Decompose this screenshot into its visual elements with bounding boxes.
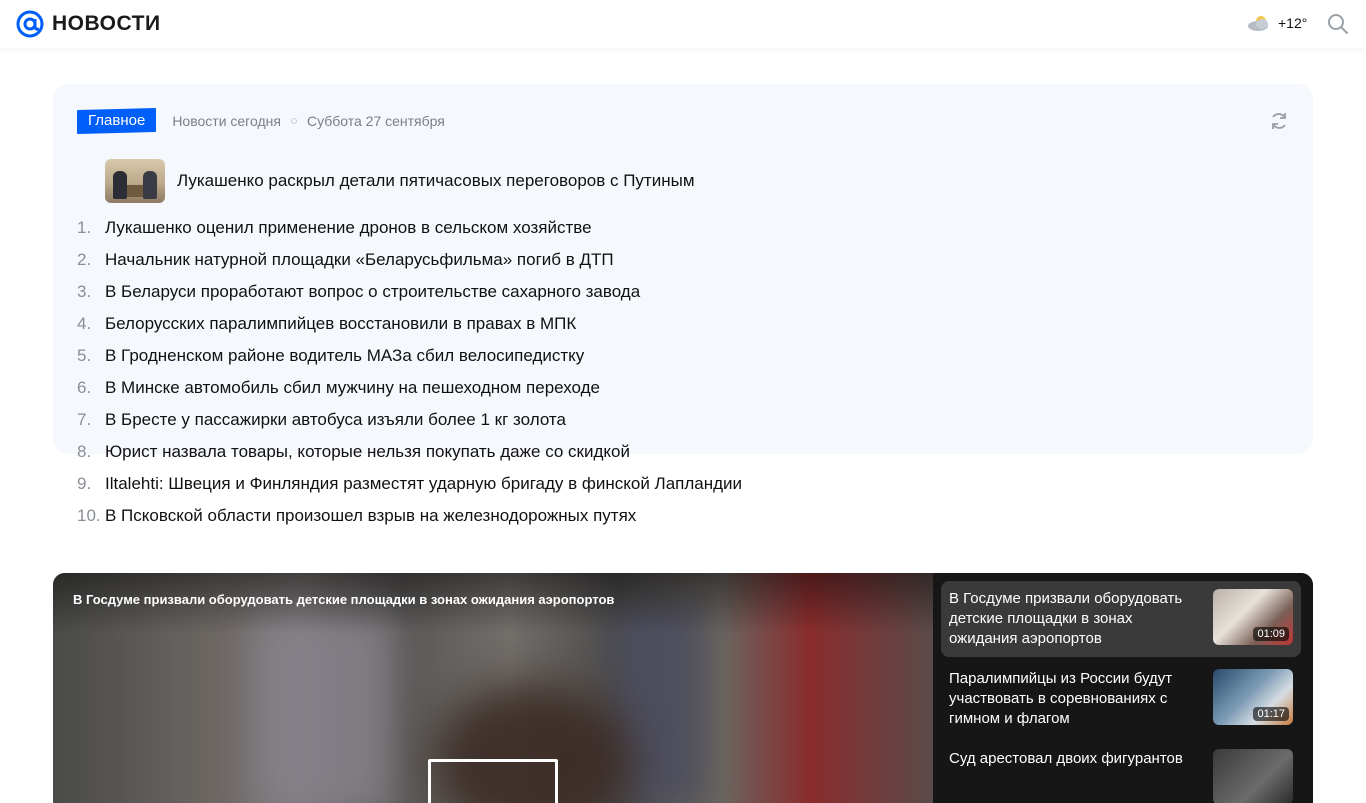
news-item-title: Лукашенко оценил применение дронов в сел… <box>105 218 592 237</box>
news-item-title: Начальник натурной площадки «Беларусьфил… <box>105 250 614 269</box>
news-item[interactable]: 8. Юрист назвала товары, которые нельзя п… <box>77 436 742 468</box>
playlist-item-title: Суд арестовал двоих фигурантов <box>949 750 1183 767</box>
news-item-title: В Беларуси проработают вопрос о строител… <box>105 282 641 301</box>
news-item-number: 9. <box>77 474 92 493</box>
playlist-item-active[interactable]: В Госдуме призвали оборудовать детские п… <box>941 581 1301 657</box>
at-sign-icon <box>16 10 44 38</box>
news-item[interactable]: 2. Начальник натурной площадки «Беларусьф… <box>77 244 742 276</box>
news-date: Суббота 27 сентября <box>306 113 445 129</box>
lead-news-item[interactable]: Лукашенко раскрыл детали пятичасовых пер… <box>105 159 695 203</box>
refresh-button[interactable] <box>1269 111 1289 131</box>
news-item[interactable]: 10. В Псковской области произошел взрыв н… <box>77 500 742 532</box>
news-item-number: 4. <box>77 314 92 333</box>
playlist-item-thumbnail: 01:17 <box>1213 669 1293 725</box>
news-item[interactable]: 5. В Гродненском районе водитель МАЗа сби… <box>77 340 742 372</box>
playlist-item-duration: 01:09 <box>1253 627 1289 641</box>
news-item[interactable]: 3. В Беларуси проработают вопрос о строит… <box>77 276 742 308</box>
top-header: НОВОСТИ +12° <box>0 0 1366 48</box>
logo[interactable]: НОВОСТИ <box>16 10 161 38</box>
playlist-item-thumbnail: 01:09 <box>1213 589 1293 645</box>
weather-temperature: +12° <box>1278 15 1308 31</box>
playlist-item-title: Паралимпийцы из России будут участвовать… <box>949 670 1173 727</box>
search-button[interactable] <box>1326 12 1350 36</box>
video-playlist: В Госдуме призвали оборудовать детские п… <box>933 573 1313 803</box>
search-icon <box>1328 14 1348 34</box>
top-news-card: Главное Новости сегодня Суббота 27 сентя… <box>53 84 1313 525</box>
news-today-link[interactable]: Новости сегодня <box>172 113 281 129</box>
main-badge[interactable]: Главное <box>77 107 157 135</box>
main-badge-label: Главное <box>88 112 146 129</box>
news-item-number: 3. <box>77 282 92 301</box>
video-player[interactable]: В Госдуме призвали оборудовать детские п… <box>53 573 933 803</box>
playlist-item-duration: 01:17 <box>1253 707 1289 721</box>
news-item[interactable]: 6. В Минске автомобиль сбил мужчину на пе… <box>77 372 742 404</box>
news-card-header: Главное Новости сегодня Суббота 27 сентя… <box>77 107 445 135</box>
news-item-title: В Псковской области произошел взрыв на ж… <box>105 506 637 525</box>
news-item-title: Белорусских паралимпийцев восстановили в… <box>105 314 577 333</box>
cloudy-weather-icon <box>1248 16 1268 31</box>
playlist-item[interactable]: Суд арестовал двоих фигурантов <box>941 741 1301 803</box>
news-item-number: 8. <box>77 442 92 461</box>
refresh-icon <box>1272 113 1286 129</box>
news-item-number: 7. <box>77 410 92 429</box>
video-player-title: В Госдуме призвали оборудовать детские п… <box>73 592 615 607</box>
news-list: 1. Лукашенко оценил применение дронов в с… <box>77 212 742 532</box>
lead-news-title: Лукашенко раскрыл детали пятичасовых пер… <box>177 171 695 190</box>
separator-dot <box>290 118 297 124</box>
logo-text: НОВОСТИ <box>52 12 161 35</box>
news-item-number: 6. <box>77 378 92 397</box>
news-item-number: 1. <box>77 218 92 237</box>
lead-news-thumbnail <box>105 159 165 203</box>
playlist-item[interactable]: Паралимпийцы из России будут участвовать… <box>941 661 1301 737</box>
video-block: В Госдуме призвали оборудовать детские п… <box>53 573 1313 803</box>
news-item[interactable]: 1. Лукашенко оценил применение дронов в с… <box>77 212 742 244</box>
playlist-item-thumbnail <box>1213 749 1293 803</box>
news-item-title: В Бресте у пассажирки автобуса изъяли бо… <box>105 410 566 429</box>
video-center-frame <box>428 759 558 803</box>
news-item-number: 10. <box>77 506 101 525</box>
news-item[interactable]: 7. В Бресте у пассажирки автобуса изъяли … <box>77 404 742 436</box>
playlist-item-title: В Госдуме призвали оборудовать детские п… <box>949 590 1183 647</box>
news-item-number: 2. <box>77 250 92 269</box>
news-item-title: Iltalehti: Швеция и Финляндия разместят … <box>105 474 743 493</box>
news-item-title: Юрист назвала товары, которые нельзя пок… <box>105 442 630 461</box>
weather-widget[interactable]: +12° <box>1246 13 1307 33</box>
news-item[interactable]: 9. Iltalehti: Швеция и Финляндия разместя… <box>77 468 742 500</box>
news-item-number: 5. <box>77 346 92 365</box>
news-item[interactable]: 4. Белорусских паралимпийцев восстановили… <box>77 308 742 340</box>
news-item-title: В Минске автомобиль сбил мужчину на пеше… <box>105 378 601 397</box>
news-item-title: В Гродненском районе водитель МАЗа сбил … <box>105 346 585 365</box>
